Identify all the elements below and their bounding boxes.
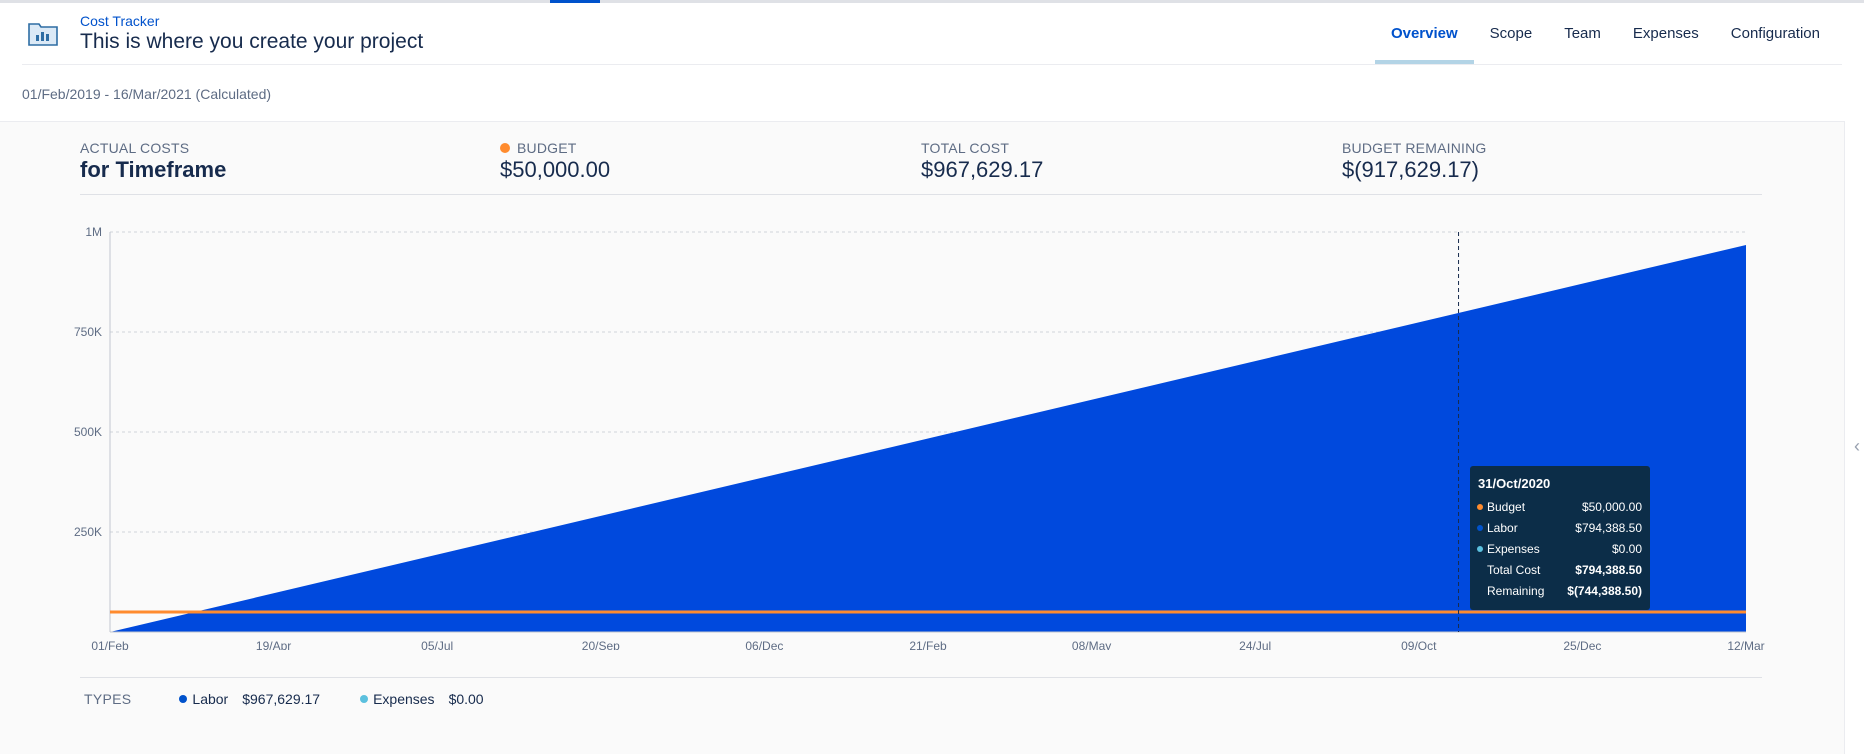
y-tick-label: 500K xyxy=(74,425,102,439)
x-tick-label: 09/Oct xyxy=(1401,639,1437,650)
budget-remaining-value: $(917,629.17) xyxy=(1342,157,1479,182)
tooltip-dot-icon xyxy=(1477,546,1483,552)
tooltip-row-label: Remaining xyxy=(1487,584,1544,598)
expenses-dot-icon xyxy=(360,695,369,703)
legend-expenses-name: Expenses xyxy=(373,691,435,707)
y-tick-label: 750K xyxy=(74,325,102,339)
budget-label: BUDGET xyxy=(517,140,577,156)
tab-overview[interactable]: Overview xyxy=(1374,0,1474,64)
tab-expenses[interactable]: Expenses xyxy=(1617,0,1715,64)
legend-item-expenses[interactable]: Expenses $0.00 xyxy=(360,691,484,707)
tooltip-date: 31/Oct/2020 xyxy=(1478,476,1550,491)
legend-item-labor[interactable]: Labor $967,629.17 xyxy=(179,691,320,707)
breadcrumb[interactable]: Cost Tracker xyxy=(80,13,159,29)
page-title: This is where you create your project xyxy=(80,30,424,53)
summary-row: ACTUAL COSTS for Timeframe BUDGET $50,00… xyxy=(80,140,1762,194)
legend-expenses-value: $0.00 xyxy=(448,691,484,707)
total-cost-label: TOTAL COST xyxy=(921,140,1010,156)
total-cost-value: $967,629.17 xyxy=(921,157,1044,182)
x-tick-label: 21/Feb xyxy=(909,639,947,650)
stat-actual-costs: ACTUAL COSTS for Timeframe xyxy=(80,140,226,183)
legend-labor-name: Labor xyxy=(192,691,229,707)
chevron-left-icon[interactable]: ‹ xyxy=(1854,436,1860,457)
x-tick-label: 12/Mar xyxy=(1727,639,1764,650)
x-tick-label: 05/Jul xyxy=(421,639,453,650)
tooltip-row-label: Expenses xyxy=(1487,542,1540,556)
cost-chart[interactable]: 1M750K500K250K 01/Feb 19/Apr 05/Jul 20/Sep 0… xyxy=(0,200,1844,650)
legend-labor-value: $967,629.17 xyxy=(242,691,321,707)
actual-costs-label: ACTUAL COSTS xyxy=(80,140,190,156)
date-range[interactable]: 01/Feb/2019 - 16/Mar/2021 (Calculated) xyxy=(22,86,271,102)
stat-total-cost: TOTAL COST $967,629.17 xyxy=(921,140,1043,183)
y-tick-label: 250K xyxy=(74,525,102,539)
tab-configuration[interactable]: Configuration xyxy=(1715,0,1836,64)
summary-divider xyxy=(80,194,1762,195)
actual-costs-value: for Timeframe xyxy=(80,157,227,182)
tooltip-row-value: $0.00 xyxy=(1612,542,1642,556)
tooltip-row-value: $50,000.00 xyxy=(1582,500,1642,514)
header-divider xyxy=(22,64,1842,65)
x-tick-label: 06/Dec xyxy=(745,639,783,650)
tab-scope[interactable]: Scope xyxy=(1474,0,1549,64)
tab-bar: Overview Scope Team Expenses Configurati… xyxy=(1374,0,1836,64)
types-legend: TYPES Labor $967,629.17 Expenses $0.00 xyxy=(84,691,524,707)
tooltip-row-value: $794,388.50 xyxy=(1575,563,1642,577)
tooltip-row-value: $(744,388.50) xyxy=(1567,584,1642,598)
labor-dot-icon xyxy=(179,695,188,703)
top-bar-active-indicator xyxy=(550,0,600,3)
y-tick-label: 1M xyxy=(85,225,102,239)
tooltip-dot-icon xyxy=(1477,525,1483,531)
tooltip-row-label: Labor xyxy=(1487,521,1518,535)
x-tick-label: 08/May xyxy=(1072,639,1111,650)
x-tick-label: 01/Feb xyxy=(91,639,129,650)
x-tick-label: 25/Dec xyxy=(1563,639,1601,650)
x-tick-label: 20/Sep xyxy=(582,639,620,650)
y-axis-ticks: 1M 750K 500K 250K xyxy=(74,225,102,539)
x-axis-ticks: 01/Feb 19/Apr 05/Jul 20/Sep 06/Dec 21/Feb 08/M… xyxy=(91,631,1765,650)
footer-divider xyxy=(80,677,1762,678)
tooltip-dot-icon xyxy=(1477,504,1483,510)
stat-budget: BUDGET $50,000.00 xyxy=(500,140,610,183)
x-tick-label: 24/Jul xyxy=(1239,639,1271,650)
budget-remaining-label: BUDGET REMAINING xyxy=(1342,140,1487,156)
x-tick-label: 19/Apr xyxy=(256,639,291,650)
folder-chart-icon xyxy=(28,23,58,46)
tooltip-row-value: $794,388.50 xyxy=(1575,521,1642,535)
budget-value: $50,000.00 xyxy=(500,157,611,182)
tab-team[interactable]: Team xyxy=(1548,0,1617,64)
tooltip-row-label: Budget xyxy=(1487,500,1526,514)
types-label: TYPES xyxy=(84,691,132,707)
stat-budget-remaining: BUDGET REMAINING $(917,629.17) xyxy=(1342,140,1487,183)
budget-dot-icon xyxy=(500,143,510,153)
tooltip-row-label: Total Cost xyxy=(1487,563,1541,577)
